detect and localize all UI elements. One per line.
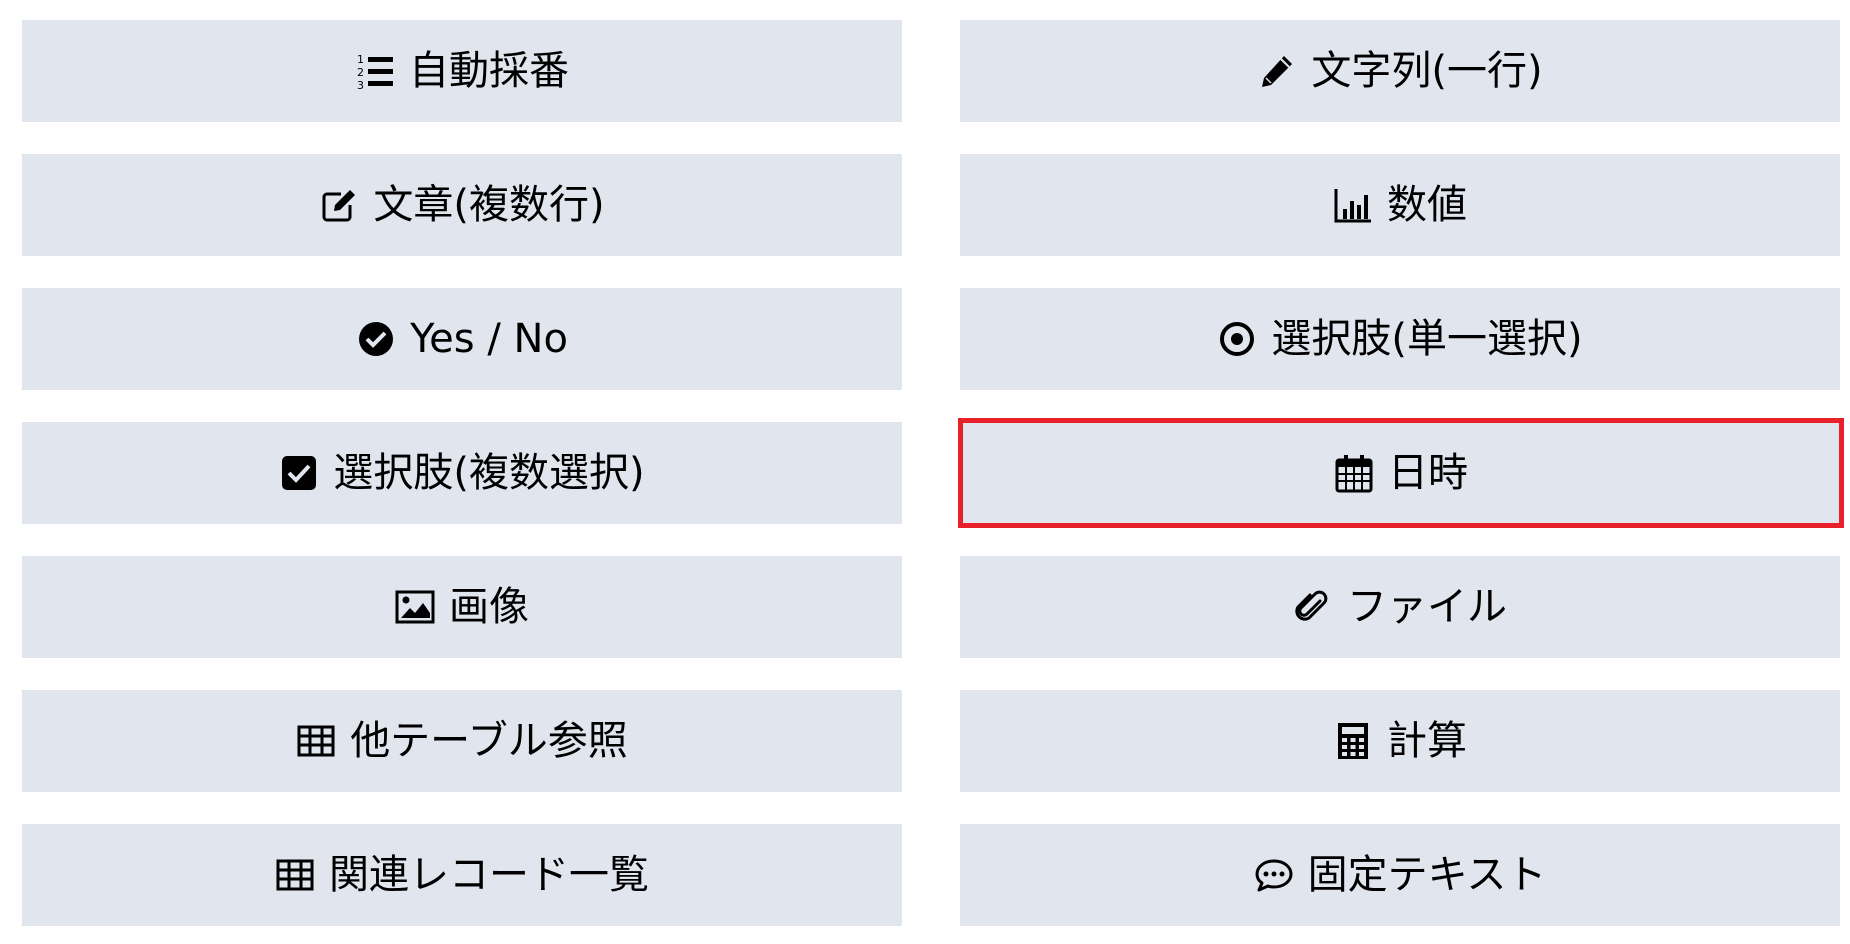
field-type-label: 関連レコード一覧 (329, 852, 649, 898)
paperclip-icon (1293, 587, 1333, 627)
field-type-label: 選択肢(複数選択) (333, 450, 645, 496)
field-type-calculation-button[interactable]: 計算 (960, 690, 1840, 792)
field-type-label: 日時 (1388, 450, 1468, 496)
calendar-icon (1334, 453, 1374, 493)
field-type-number-button[interactable]: 数値 (960, 154, 1840, 256)
bar-chart-icon (1333, 185, 1373, 225)
svg-text:3: 3 (357, 79, 364, 91)
field-type-grid: 1 2 3 自動採番 文字列(一行) 文章(複数行) 数値 Yes / No 選… (22, 20, 1844, 926)
image-icon (395, 587, 435, 627)
field-type-label: 画像 (449, 584, 529, 630)
pencil-icon (1257, 51, 1297, 91)
field-type-label: 文章(複数行) (373, 182, 605, 228)
field-type-label: Yes / No (410, 316, 568, 362)
field-type-label: ファイル (1347, 584, 1507, 630)
field-type-label: 他テーブル参照 (350, 718, 628, 764)
field-type-label: 固定テキスト (1307, 852, 1547, 898)
field-type-label: 選択肢(単一選択) (1271, 316, 1583, 362)
field-type-datetime-button[interactable]: 日時 (958, 418, 1844, 528)
field-type-image-button[interactable]: 画像 (22, 556, 902, 658)
field-type-single-line-text-button[interactable]: 文字列(一行) (960, 20, 1840, 122)
comments-icon (1254, 855, 1294, 895)
field-type-label: 文字列(一行) (1311, 48, 1543, 94)
field-type-multi-choice-button[interactable]: 選択肢(複数選択) (22, 422, 902, 524)
edit-square-icon (319, 185, 359, 225)
field-type-fixed-text-button[interactable]: 固定テキスト (960, 824, 1840, 926)
field-type-label: 自動採番 (409, 48, 569, 94)
calculator-icon (1333, 721, 1373, 761)
check-circle-icon (356, 319, 396, 359)
table-icon (275, 855, 315, 895)
svg-text:1: 1 (357, 53, 364, 66)
field-type-table-reference-button[interactable]: 他テーブル参照 (22, 690, 902, 792)
field-type-related-records-button[interactable]: 関連レコード一覧 (22, 824, 902, 926)
field-type-label: 数値 (1387, 182, 1467, 228)
field-type-file-button[interactable]: ファイル (960, 556, 1840, 658)
field-type-label: 計算 (1387, 718, 1467, 764)
field-type-yes-no-button[interactable]: Yes / No (22, 288, 902, 390)
field-type-multi-line-text-button[interactable]: 文章(複数行) (22, 154, 902, 256)
check-square-icon (279, 453, 319, 493)
table-icon (296, 721, 336, 761)
dot-circle-icon (1217, 319, 1257, 359)
field-type-single-choice-button[interactable]: 選択肢(単一選択) (960, 288, 1840, 390)
svg-text:2: 2 (357, 66, 364, 79)
field-type-auto-number-button[interactable]: 1 2 3 自動採番 (22, 20, 902, 122)
list-ol-icon: 1 2 3 (355, 51, 395, 91)
